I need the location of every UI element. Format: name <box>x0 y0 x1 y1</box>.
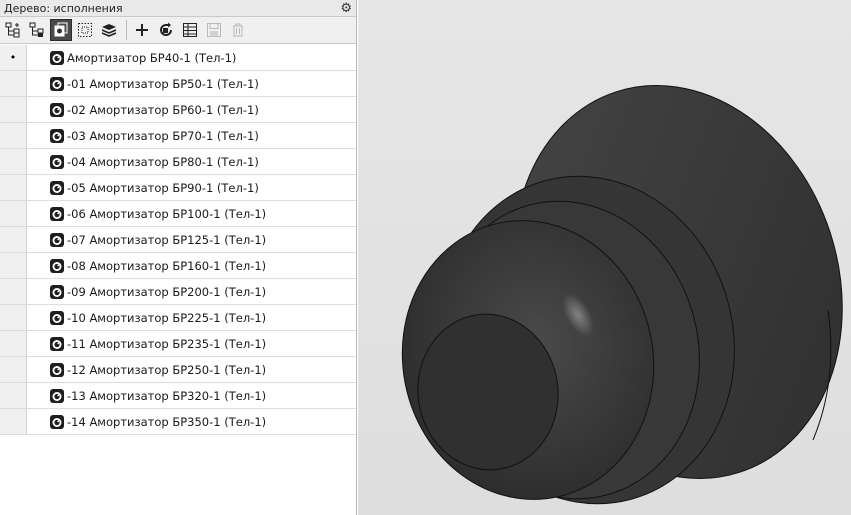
variant-row[interactable]: -10 Амортизатор БР225-1 (Тел-1) <box>0 305 356 331</box>
add-icon <box>136 24 148 36</box>
current-variant-marker[interactable] <box>0 201 27 226</box>
current-variant-marker[interactable] <box>0 97 27 122</box>
part-icon <box>49 232 65 248</box>
layers-icon <box>101 24 117 37</box>
current-variant-marker[interactable] <box>0 279 27 304</box>
panel-title: Дерево: исполнения <box>4 1 123 15</box>
variant-row[interactable]: -09 Амортизатор БР200-1 (Тел-1) <box>0 279 356 305</box>
part-icon <box>49 206 65 222</box>
variant-label: -01 Амортизатор БР50-1 (Тел-1) <box>67 76 259 91</box>
current-variant-marker[interactable]: • <box>0 45 27 70</box>
variant-row[interactable]: -11 Амортизатор БР235-1 (Тел-1) <box>0 331 356 357</box>
variant-row[interactable]: -07 Амортизатор БР125-1 (Тел-1) <box>0 227 356 253</box>
variant-row[interactable]: -14 Амортизатор БР350-1 (Тел-1) <box>0 409 356 435</box>
tree-structure-button[interactable] <box>2 19 24 41</box>
variants-button[interactable] <box>50 19 72 41</box>
variant-row[interactable]: -13 Амортизатор БР320-1 (Тел-1) <box>0 383 356 409</box>
variant-label: -07 Амортизатор БР125-1 (Тел-1) <box>67 232 267 247</box>
variant-row[interactable]: -05 Амортизатор БР90-1 (Тел-1) <box>0 175 356 201</box>
refresh-icon <box>160 22 172 36</box>
variant-label: -06 Амортизатор БР100-1 (Тел-1) <box>67 206 267 221</box>
variants-tree-panel: Дерево: исполнения ⚙ • Амортизатор БР40-… <box>0 0 357 515</box>
part-icon <box>49 258 65 274</box>
delete-icon <box>233 23 243 37</box>
current-variant-marker[interactable] <box>0 305 27 330</box>
part-icon <box>49 388 65 404</box>
toolbar-separator <box>126 20 127 40</box>
part-icon <box>49 128 65 144</box>
variants-list: • Амортизатор БР40-1 (Тел-1) -01 Амортизат… <box>0 45 356 435</box>
select-frame-icon <box>78 23 92 37</box>
part-icon <box>49 50 65 66</box>
part-icon <box>49 414 65 430</box>
tree-branch-button[interactable] <box>26 19 48 41</box>
current-variant-marker[interactable] <box>0 227 27 252</box>
current-variant-marker[interactable] <box>0 383 27 408</box>
panel-title-bar: Дерево: исполнения ⚙ <box>0 0 356 17</box>
current-variant-marker[interactable] <box>0 331 27 356</box>
table-button[interactable] <box>179 19 201 41</box>
tree-toolbar <box>0 17 356 44</box>
part-icon <box>49 336 65 352</box>
current-variant-marker[interactable] <box>0 123 27 148</box>
variant-label: -03 Амортизатор БР70-1 (Тел-1) <box>67 128 259 143</box>
refresh-button[interactable] <box>155 19 177 41</box>
part-icon <box>49 310 65 326</box>
part-icon <box>49 154 65 170</box>
variant-label: -11 Амортизатор БР235-1 (Тел-1) <box>67 336 267 351</box>
variant-label: Амортизатор БР40-1 (Тел-1) <box>67 50 237 65</box>
variant-label: -08 Амортизатор БР160-1 (Тел-1) <box>67 258 267 273</box>
variant-row[interactable]: • Амортизатор БР40-1 (Тел-1) <box>0 45 356 71</box>
add-button[interactable] <box>131 19 153 41</box>
gear-icon[interactable]: ⚙ <box>340 2 352 15</box>
variant-row[interactable]: -04 Амортизатор БР80-1 (Тел-1) <box>0 149 356 175</box>
variant-row[interactable]: -03 Амортизатор БР70-1 (Тел-1) <box>0 123 356 149</box>
part-icon <box>49 284 65 300</box>
tree-structure-icon <box>5 22 20 38</box>
variant-label: -05 Амортизатор БР90-1 (Тел-1) <box>67 180 259 195</box>
model-viewport[interactable] <box>358 0 851 515</box>
variant-label: -13 Амортизатор БР320-1 (Тел-1) <box>67 388 267 403</box>
variant-row[interactable]: -08 Амортизатор БР160-1 (Тел-1) <box>0 253 356 279</box>
select-frame-button[interactable] <box>74 19 96 41</box>
layers-button[interactable] <box>98 19 120 41</box>
current-variant-marker[interactable] <box>0 149 27 174</box>
current-variant-marker[interactable] <box>0 71 27 96</box>
variant-label: -09 Амортизатор БР200-1 (Тел-1) <box>67 284 267 299</box>
variant-row[interactable]: -02 Амортизатор БР60-1 (Тел-1) <box>0 97 356 123</box>
tree-branch-icon <box>29 22 44 37</box>
part-icon <box>49 102 65 118</box>
table-icon <box>183 23 197 37</box>
variant-label: -12 Амортизатор БР250-1 (Тел-1) <box>67 362 267 377</box>
shock-absorber-model[interactable] <box>358 0 851 515</box>
current-variant-marker[interactable] <box>0 175 27 200</box>
variant-label: -04 Амортизатор БР80-1 (Тел-1) <box>67 154 259 169</box>
variant-row[interactable]: -01 Амортизатор БР50-1 (Тел-1) <box>0 71 356 97</box>
variant-row[interactable]: -06 Амортизатор БР100-1 (Тел-1) <box>0 201 356 227</box>
save-icon <box>207 23 221 37</box>
part-icon <box>49 76 65 92</box>
variant-label: -10 Амортизатор БР225-1 (Тел-1) <box>67 310 267 325</box>
variant-label: -14 Амортизатор БР350-1 (Тел-1) <box>67 414 267 429</box>
variants-icon <box>54 22 68 37</box>
save-button[interactable] <box>203 19 225 41</box>
variant-row[interactable]: -12 Амортизатор БР250-1 (Тел-1) <box>0 357 356 383</box>
part-icon <box>49 362 65 378</box>
part-icon <box>49 180 65 196</box>
current-variant-marker[interactable] <box>0 357 27 382</box>
current-variant-marker[interactable] <box>0 409 27 434</box>
delete-button[interactable] <box>227 19 249 41</box>
variant-label: -02 Амортизатор БР60-1 (Тел-1) <box>67 102 259 117</box>
current-variant-marker[interactable] <box>0 253 27 278</box>
